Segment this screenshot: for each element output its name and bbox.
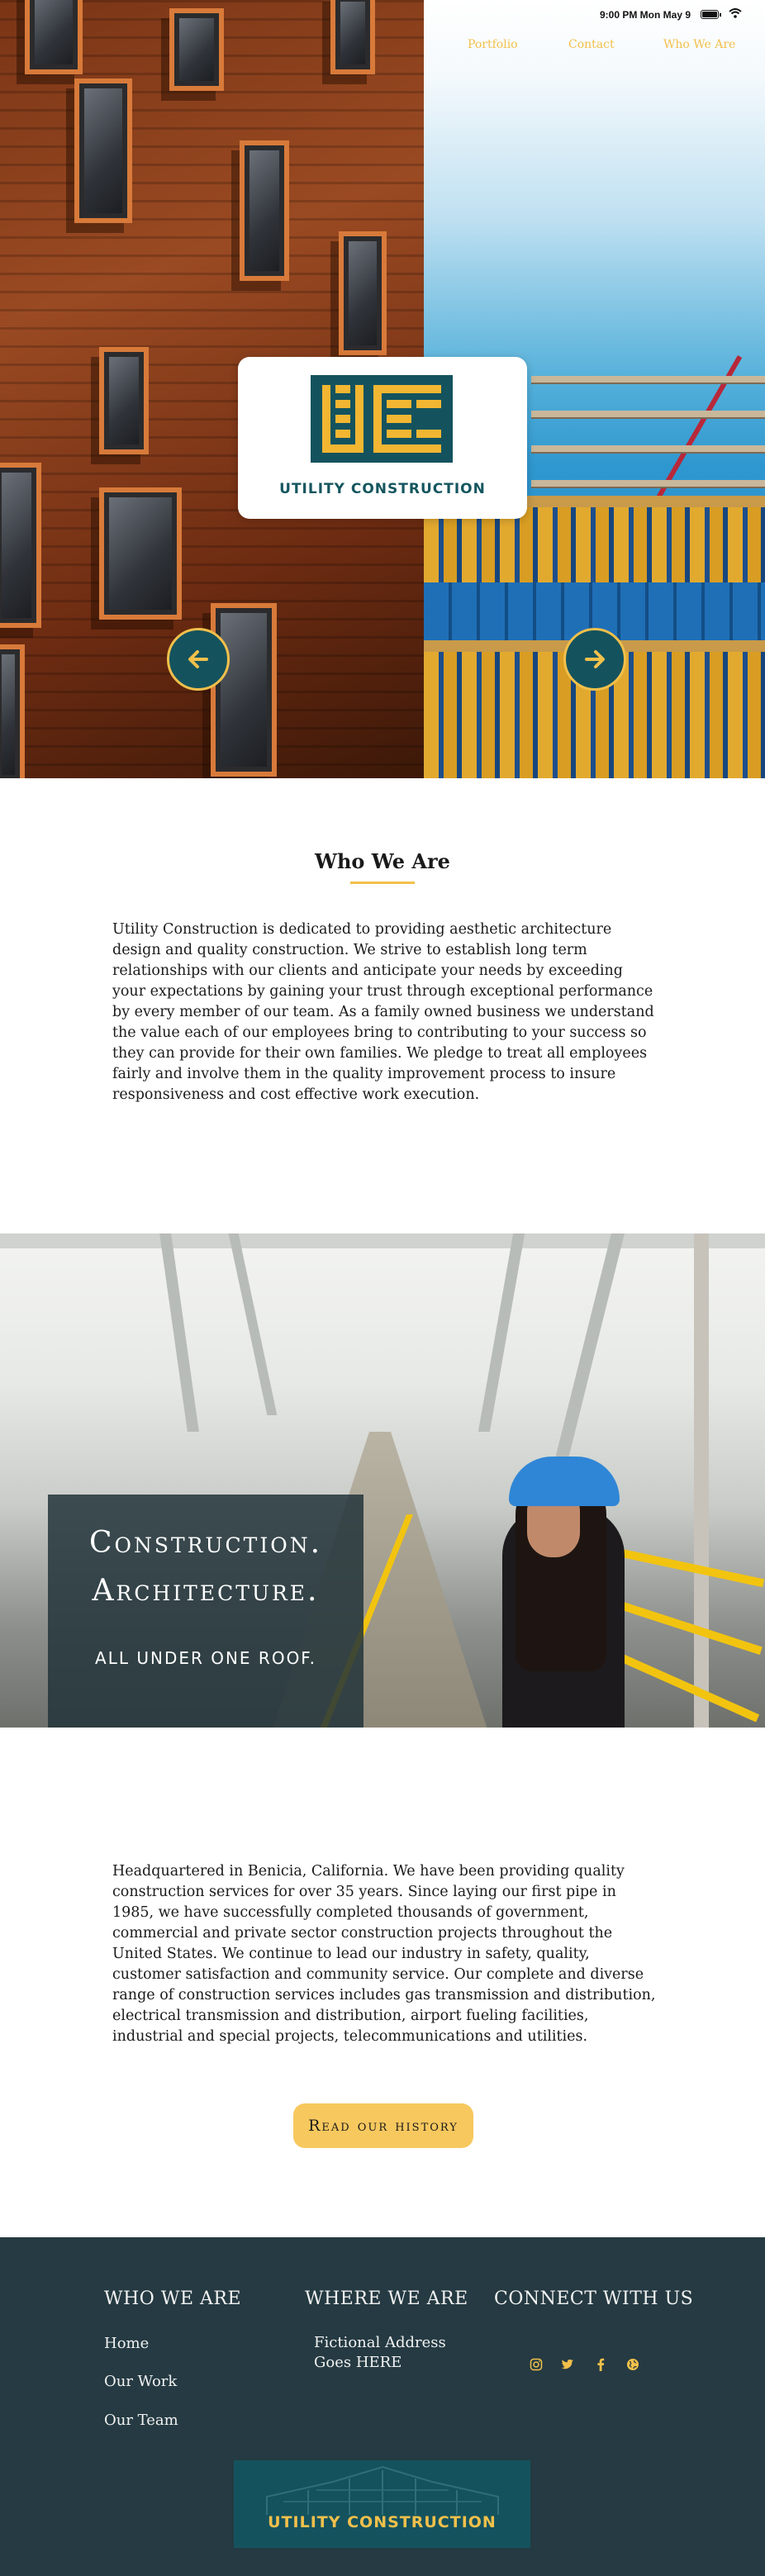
globe-icon[interactable] [625, 2356, 641, 2373]
status-time: 9:00 PM Mon May 9 [599, 8, 691, 21]
footer: WHO WE ARE Home Our Work Our Team WHERE … [0, 2237, 765, 2576]
facade-window [0, 644, 25, 778]
building-upper-floors [531, 376, 765, 508]
tagline-line1: Construction. [88, 1526, 323, 1560]
footer-heading-where: WHERE WE ARE [305, 2288, 468, 2309]
nav-portfolio[interactable]: Portfolio [468, 38, 518, 51]
twitter-icon[interactable] [559, 2356, 576, 2373]
footer-logo: UTILITY CONSTRUCTION [234, 2460, 530, 2548]
instagram-icon[interactable] [528, 2356, 544, 2373]
logo-text: UTILITY CONSTRUCTION [279, 481, 486, 497]
footer-link-our-team[interactable]: Our Team [104, 2412, 178, 2429]
facade-window [99, 347, 149, 454]
read-history-button[interactable]: Read our history [293, 2103, 473, 2148]
tagline-overlay: Construction. Architecture. ALL UNDER ON… [48, 1495, 363, 1728]
facade-window [0, 463, 41, 628]
carousel-prev-button[interactable] [167, 628, 230, 691]
worker-figure [492, 1457, 631, 1728]
address-line2: Goes HERE [314, 2354, 402, 2371]
facade-window [99, 487, 182, 620]
yellow-railing [620, 1548, 765, 1588]
hero-section: 9:00 PM Mon May 9 Portfolio Contact Who … [0, 0, 765, 778]
who-we-are-body: Utility Construction is dedicated to pro… [112, 921, 654, 1103]
facade-window [25, 0, 83, 74]
facade-window [339, 231, 387, 355]
facade-window [240, 140, 289, 281]
footer-logo-text: UTILITY CONSTRUCTION [268, 2513, 497, 2531]
logo-card: UTILITY CONSTRUCTION [238, 357, 527, 519]
footer-link-home[interactable]: Home [104, 2335, 149, 2352]
carousel-next-button[interactable] [563, 628, 626, 691]
logo-mark [311, 375, 453, 463]
footer-heading-connect: CONNECT WITH US [494, 2288, 694, 2309]
top-nav: Portfolio Contact Who We Are [424, 38, 765, 56]
photo-girder [478, 1233, 525, 1432]
who-we-are-title: Who We Are [315, 849, 450, 873]
footer-address: Fictional Address Goes HERE [314, 2333, 479, 2373]
tagline-line2: Architecture. [92, 1574, 320, 1608]
nav-who-we-are[interactable]: Who We Are [663, 38, 735, 51]
photo-girder [228, 1233, 278, 1415]
arrow-left-icon [188, 650, 208, 668]
battery-icon [701, 10, 721, 19]
address-line1: Fictional Address [314, 2334, 446, 2351]
photo-girder [0, 1233, 765, 1248]
facade-window [74, 78, 132, 223]
facade-window [169, 8, 224, 91]
photo-girder [694, 1233, 709, 1728]
footer-heading-who: WHO WE ARE [104, 2288, 242, 2309]
facebook-icon[interactable] [592, 2356, 609, 2373]
footer-link-our-work[interactable]: Our Work [104, 2373, 177, 2390]
photo-girder [159, 1233, 199, 1432]
tagline-line3: ALL UNDER ONE ROOF. [95, 1648, 316, 1668]
title-underline [350, 882, 415, 884]
wifi-icon [729, 8, 742, 21]
building-outline-graphic [266, 2465, 499, 2515]
facade-window [330, 0, 375, 74]
about-body: Headquartered in Benicia, California. We… [112, 1863, 656, 2045]
nav-contact[interactable]: Contact [568, 38, 615, 51]
arrow-right-icon [585, 650, 605, 668]
bridge-photo-banner: Construction. Architecture. ALL UNDER ON… [0, 1233, 765, 1728]
facade-window [211, 603, 277, 777]
hard-hat [509, 1457, 620, 1506]
status-bar: 9:00 PM Mon May 9 [600, 8, 742, 21]
